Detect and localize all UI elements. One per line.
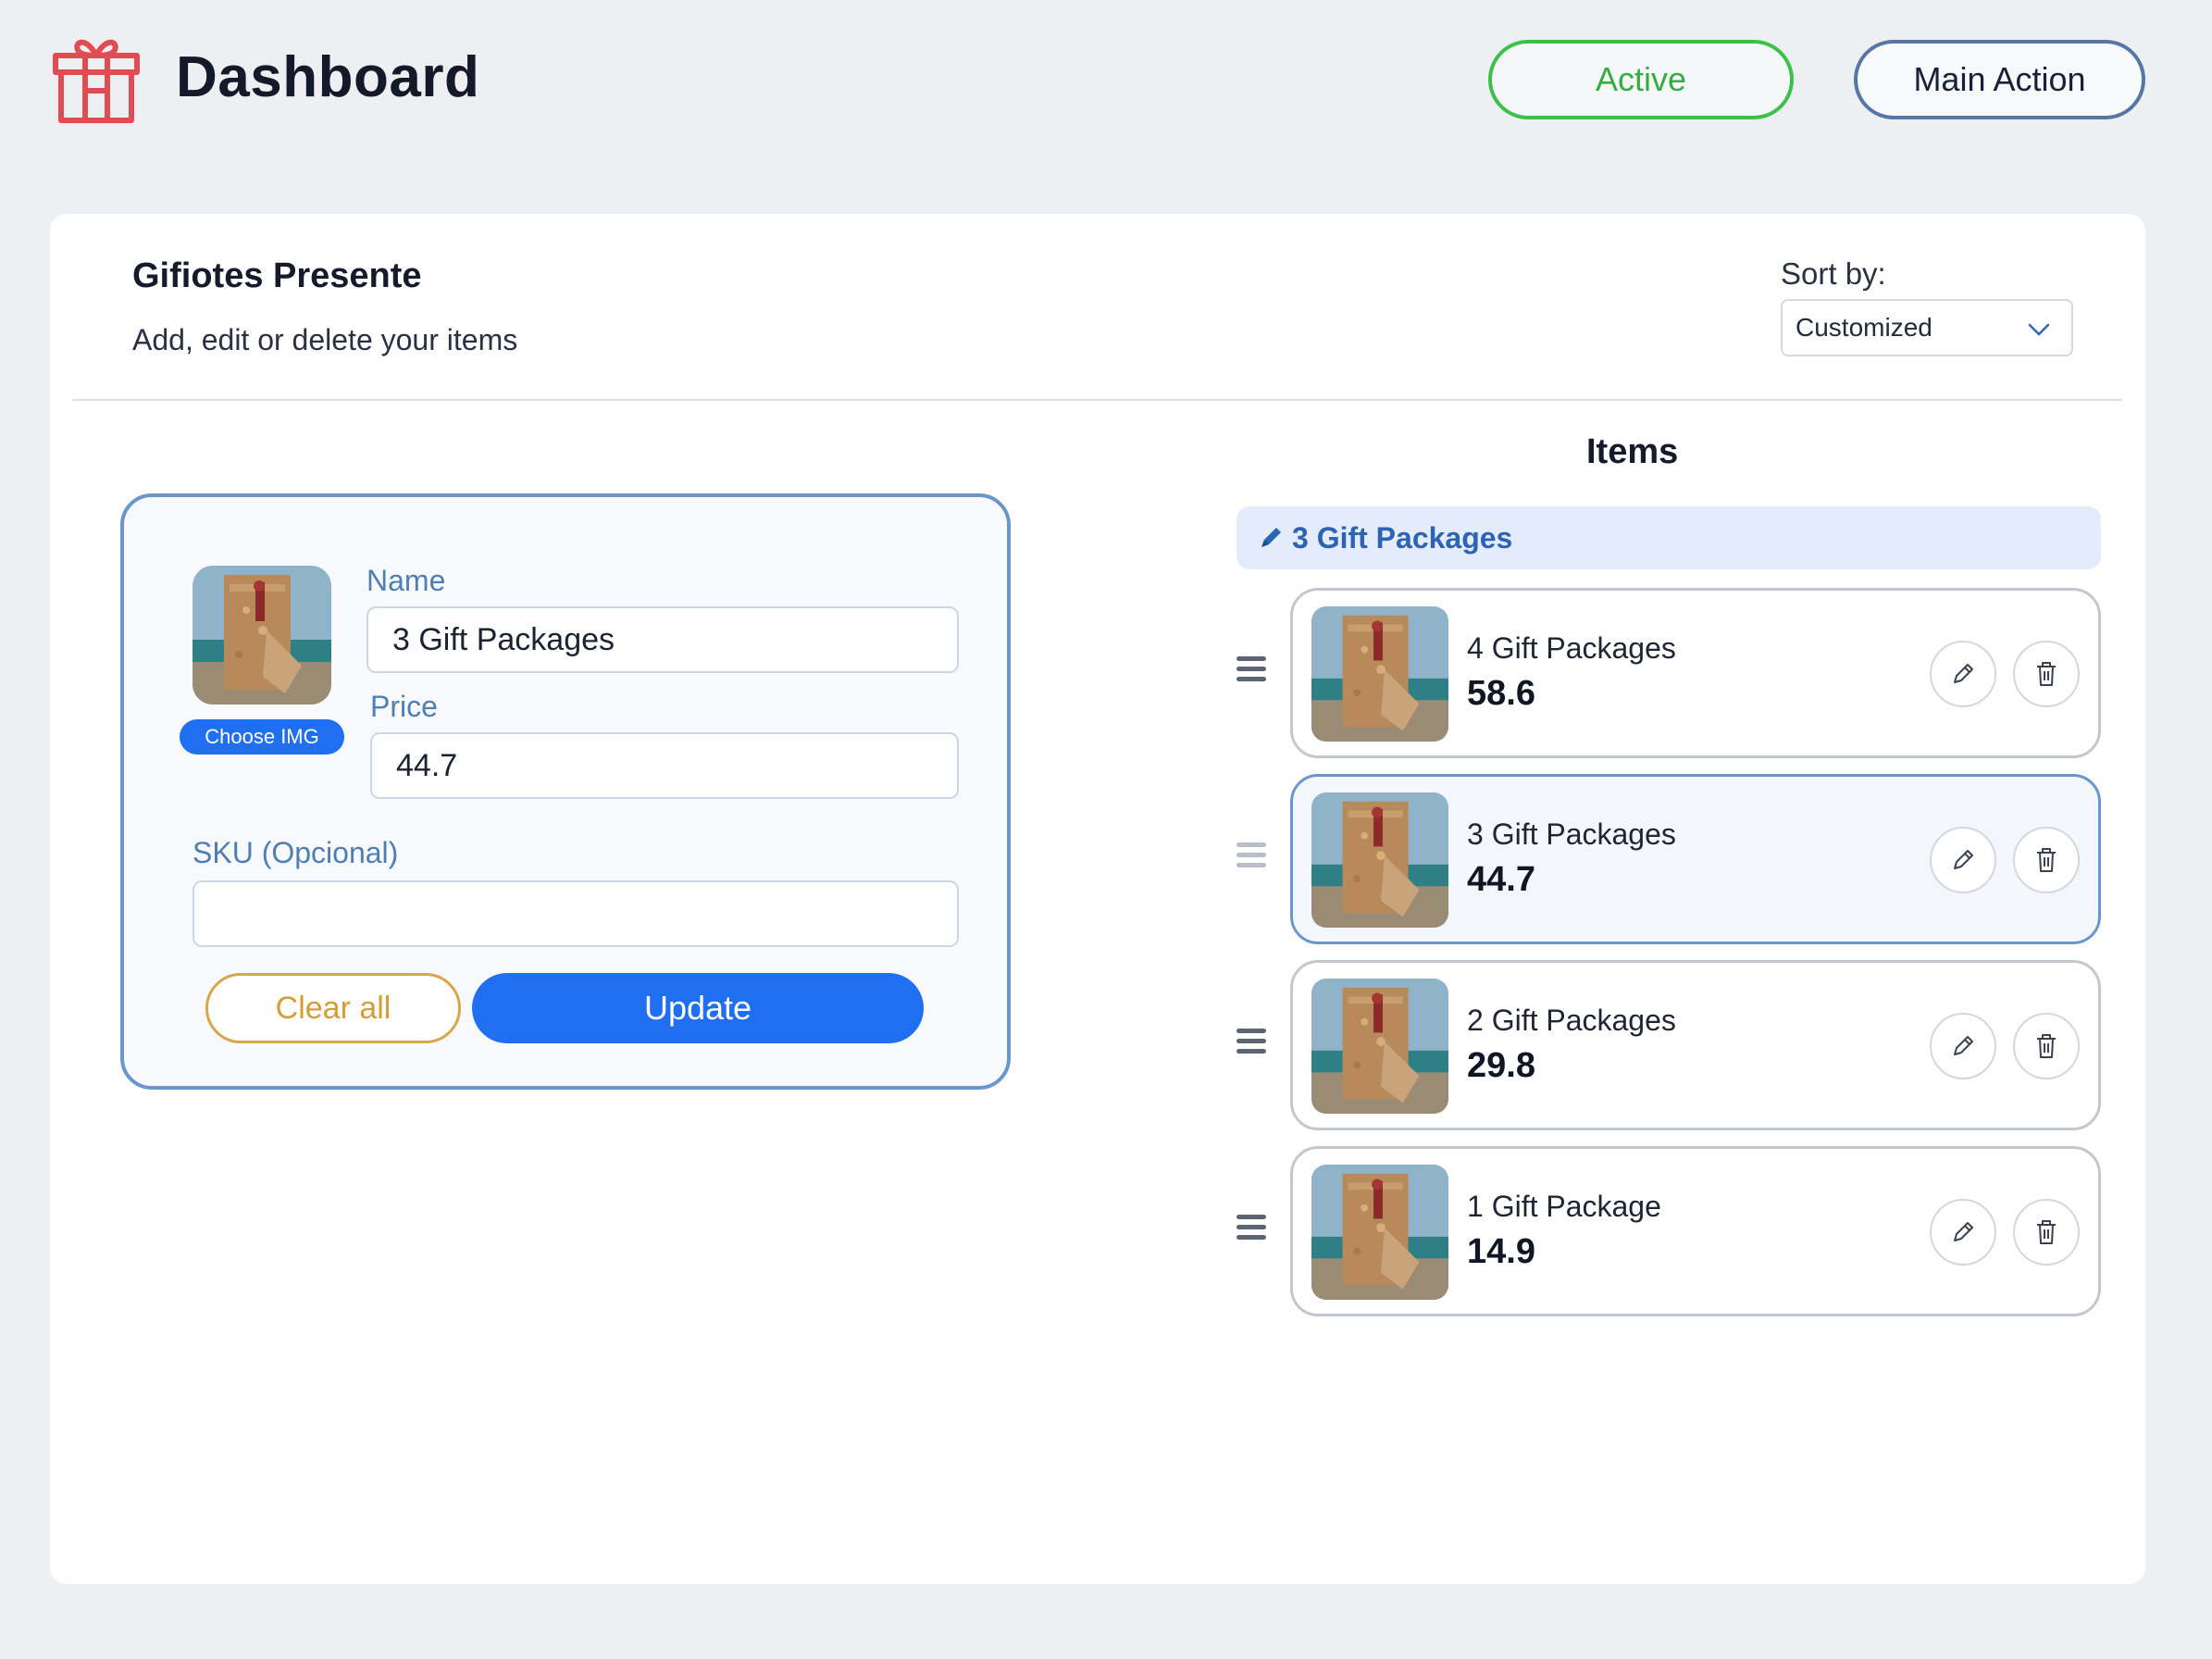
trash-icon bbox=[2037, 662, 2056, 686]
item-price: 29.8 bbox=[1467, 1046, 1535, 1085]
app-title: Dashboard bbox=[176, 45, 480, 109]
delete-button[interactable] bbox=[2013, 827, 2080, 893]
item-card-selected[interactable]: 3 Gift Packages 44.7 bbox=[1290, 774, 2101, 944]
drag-handle-icon[interactable] bbox=[1236, 1215, 1266, 1242]
edit-button[interactable] bbox=[1930, 1199, 1996, 1266]
price-label: Price bbox=[370, 690, 438, 723]
item-thumbnail bbox=[1311, 979, 1448, 1114]
edit-icon bbox=[1954, 850, 1973, 869]
drag-handle-icon[interactable] bbox=[1236, 1029, 1266, 1056]
item-card[interactable]: 4 Gift Packages 58.6 bbox=[1290, 588, 2101, 758]
selected-item-banner[interactable]: 3 Gift Packages bbox=[1236, 506, 2101, 569]
edit-button[interactable] bbox=[1930, 1013, 1996, 1079]
items-title: Items bbox=[1586, 432, 1679, 471]
name-input[interactable]: 3 Gift Packages bbox=[367, 606, 959, 673]
price-input-value: 44.7 bbox=[396, 747, 458, 783]
delete-button[interactable] bbox=[2013, 1013, 2080, 1079]
item-price: 44.7 bbox=[1467, 860, 1535, 899]
item-name: 1 Gift Package bbox=[1467, 1190, 1661, 1223]
item-card[interactable]: 1 Gift Package 14.9 bbox=[1290, 1146, 2101, 1316]
edit-icon bbox=[1954, 664, 1973, 683]
chevron-down-icon bbox=[2028, 323, 2050, 336]
selected-item-label: 3 Gift Packages bbox=[1292, 520, 1513, 555]
item-name: 3 Gift Packages bbox=[1467, 817, 1676, 851]
top-bar: Dashboard Active Main Action bbox=[0, 0, 2212, 167]
list-item: 1 Gift Package 14.9 bbox=[1236, 1146, 2101, 1316]
section-subtitle: Add, edit or delete your items bbox=[132, 323, 518, 356]
drag-handle-icon[interactable] bbox=[1236, 656, 1266, 684]
clear-all-button[interactable]: Clear all bbox=[205, 973, 461, 1043]
sort-select-value: Customized bbox=[1796, 313, 1932, 342]
choose-image-button[interactable]: Choose IMG bbox=[180, 719, 344, 755]
edit-button[interactable] bbox=[1930, 827, 1996, 893]
items-card: Gifiotes Presente Add, edit or delete yo… bbox=[50, 214, 2145, 1584]
active-status-button[interactable]: Active bbox=[1488, 40, 1794, 119]
trash-icon bbox=[2037, 848, 2056, 872]
name-label: Name bbox=[367, 564, 446, 597]
divider bbox=[73, 399, 2122, 401]
sku-label: SKU (Opcional) bbox=[193, 836, 399, 869]
edit-icon bbox=[1954, 1222, 1973, 1241]
delete-button[interactable] bbox=[2013, 641, 2080, 707]
trash-icon bbox=[2037, 1034, 2056, 1058]
sort-select[interactable]: Customized bbox=[1781, 299, 2073, 356]
sort-label: Sort by: bbox=[1781, 256, 1886, 291]
item-card[interactable]: 2 Gift Packages 29.8 bbox=[1290, 960, 2101, 1130]
update-button[interactable]: Update bbox=[472, 973, 924, 1043]
item-name: 4 Gift Packages bbox=[1467, 631, 1676, 665]
item-thumbnail bbox=[1311, 1165, 1448, 1300]
list-item: 4 Gift Packages 58.6 bbox=[1236, 588, 2101, 758]
item-price: 58.6 bbox=[1467, 674, 1535, 713]
item-price: 14.9 bbox=[1467, 1232, 1535, 1271]
sku-input[interactable] bbox=[193, 880, 959, 947]
item-edit-form: Choose IMG Name 3 Gift Packages Price 44… bbox=[120, 493, 1011, 1090]
edit-button[interactable] bbox=[1930, 641, 1996, 707]
item-name: 2 Gift Packages bbox=[1467, 1004, 1676, 1037]
price-input[interactable]: 44.7 bbox=[370, 732, 959, 799]
item-thumbnail bbox=[1311, 606, 1448, 742]
edit-icon bbox=[1954, 1036, 1973, 1055]
item-image-preview bbox=[193, 566, 331, 705]
pencil-icon bbox=[1261, 528, 1281, 547]
list-item: 3 Gift Packages 44.7 bbox=[1236, 774, 2101, 944]
trash-icon bbox=[2037, 1220, 2056, 1244]
section-title: Gifiotes Presente bbox=[132, 256, 422, 295]
item-thumbnail bbox=[1311, 792, 1448, 928]
delete-button[interactable] bbox=[2013, 1199, 2080, 1266]
list-item: 2 Gift Packages 29.8 bbox=[1236, 960, 2101, 1130]
drag-handle-icon[interactable] bbox=[1236, 842, 1266, 870]
gift-icon bbox=[53, 39, 140, 123]
main-action-button[interactable]: Main Action bbox=[1854, 40, 2145, 119]
name-input-value: 3 Gift Packages bbox=[392, 621, 615, 657]
